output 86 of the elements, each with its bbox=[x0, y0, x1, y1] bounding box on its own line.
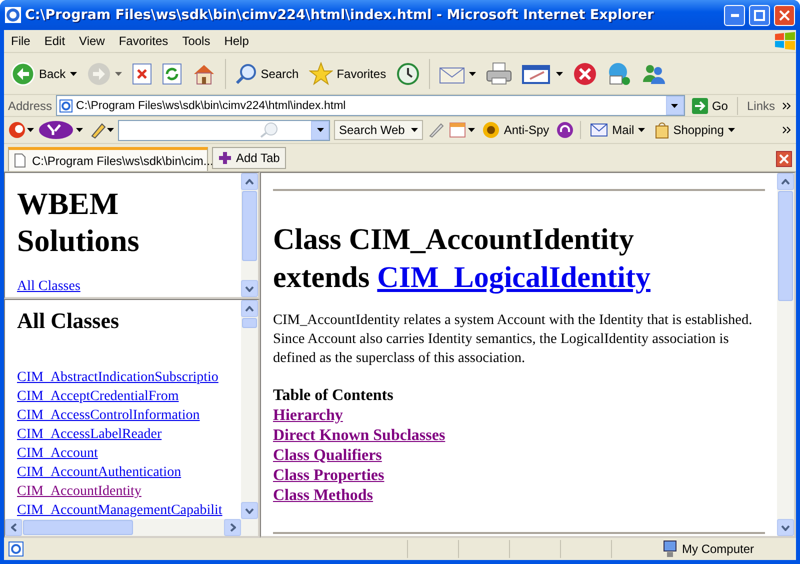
computer-icon bbox=[662, 540, 678, 558]
caret-icon bbox=[410, 128, 418, 132]
minimize-button[interactable] bbox=[724, 4, 745, 26]
minimize-icon bbox=[730, 14, 738, 16]
scroll-right-button[interactable] bbox=[224, 519, 241, 536]
target-icon bbox=[482, 121, 500, 139]
shopping-bag-icon bbox=[655, 121, 670, 139]
search-icon bbox=[234, 62, 257, 84]
address-field[interactable]: C:\Program Files\ws\sdk\bin\cimv224\html\index.html bbox=[56, 95, 685, 116]
vertical-scrollbar[interactable] bbox=[777, 173, 794, 536]
vertical-scrollbar[interactable] bbox=[241, 300, 258, 519]
form-icon bbox=[448, 121, 475, 139]
class-link[interactable]: CIM_AccessLabelReader bbox=[17, 425, 162, 444]
close-tab-button[interactable] bbox=[776, 151, 792, 167]
scrollbar-thumb[interactable] bbox=[778, 191, 793, 301]
chevron-icon bbox=[782, 126, 792, 134]
window-title: C:\Program Files\ws\sdk\bin\cimv224\html\index.html - Microsoft Internet Explorer bbox=[25, 7, 655, 23]
superclass-link[interactable]: CIM_LogicalIdentity bbox=[377, 261, 650, 294]
menu-item[interactable]: Help bbox=[217, 34, 256, 48]
toc-link[interactable]: Hierarchy bbox=[273, 407, 343, 424]
scrollbar-thumb[interactable] bbox=[242, 191, 257, 261]
class-link[interactable]: CIM_AccountAuthentication bbox=[17, 463, 182, 482]
class-description: CIM_AccountIdentity relates a system Account with the Identity that is established. Since Account also carries Identity semantics, the LogicalIdentity association is defined as the superclass of this association. bbox=[273, 311, 754, 368]
printer-icon bbox=[486, 62, 512, 86]
blocked-icon bbox=[573, 62, 598, 86]
chevron-icon bbox=[782, 102, 792, 110]
class-link[interactable]: CIM_AccountIdentity bbox=[17, 482, 142, 501]
menu-item[interactable]: View bbox=[72, 34, 112, 48]
site-heading: WBEM Solutions bbox=[17, 185, 140, 259]
class-link[interactable]: CIM_AbstractIndicationSubscriptio bbox=[17, 368, 218, 387]
toolbar-button[interactable]: Favorites bbox=[306, 60, 390, 88]
section-heading: All Classes bbox=[17, 308, 120, 334]
toc-title: Table of Contents bbox=[273, 386, 394, 406]
menu-item[interactable]: Tools bbox=[175, 34, 218, 48]
toolbar-button[interactable]: Anti-Spy bbox=[478, 119, 552, 141]
star-icon bbox=[308, 62, 333, 86]
stop-icon bbox=[132, 62, 152, 84]
envelope-icon bbox=[590, 123, 608, 137]
windows-flag-icon bbox=[774, 31, 796, 51]
maximize-icon bbox=[754, 10, 765, 20]
caret-icon bbox=[671, 104, 678, 108]
toolbar-button[interactable]: Back bbox=[8, 60, 80, 88]
yahoo-logo-icon bbox=[38, 120, 84, 140]
address-label: Address bbox=[8, 98, 52, 112]
document-icon bbox=[14, 153, 26, 168]
toc-link[interactable]: Class Properties bbox=[273, 467, 384, 484]
extends-label: extends bbox=[273, 261, 371, 294]
menu-item[interactable]: Favorites bbox=[112, 34, 176, 48]
toc-link[interactable]: Class Methods bbox=[273, 487, 374, 504]
search-field[interactable] bbox=[118, 120, 330, 140]
toc-link[interactable]: Direct Known Subclasses bbox=[273, 427, 446, 444]
maximize-button[interactable] bbox=[749, 4, 770, 26]
close-button[interactable] bbox=[774, 4, 795, 26]
zone-label: My Computer bbox=[682, 542, 756, 556]
caret-icon bbox=[316, 128, 324, 132]
history-icon bbox=[396, 62, 420, 86]
search-web-button[interactable]: Search Web bbox=[334, 120, 423, 140]
plus-icon bbox=[218, 151, 232, 165]
refresh-icon bbox=[162, 62, 182, 84]
go-arrow-icon bbox=[692, 98, 708, 114]
all-classes-link[interactable]: All Classes bbox=[17, 277, 229, 296]
class-link[interactable]: CIM_Account bbox=[17, 444, 98, 463]
scrollbar-thumb[interactable] bbox=[242, 318, 257, 328]
horizontal-scrollbar[interactable] bbox=[5, 519, 258, 536]
home-icon bbox=[192, 62, 216, 84]
class-link[interactable]: CIM_AcceptCredentialFrom bbox=[17, 387, 179, 406]
add-tab-button[interactable]: Add Tab bbox=[212, 147, 286, 169]
toc-link[interactable]: Class Qualifiers bbox=[273, 447, 382, 464]
menu-item[interactable]: File bbox=[4, 34, 38, 48]
go-button[interactable]: Go bbox=[688, 96, 731, 116]
page-status-icon bbox=[8, 541, 24, 557]
page-icon bbox=[59, 98, 74, 112]
toolbar-button[interactable]: Shopping bbox=[652, 119, 738, 141]
vertical-scrollbar[interactable] bbox=[241, 173, 258, 297]
pencil-icon bbox=[426, 121, 445, 139]
class-link[interactable]: CIM_AccessControlInformation bbox=[17, 406, 200, 425]
browser-logo-icon bbox=[5, 7, 21, 23]
toolbar-button[interactable]: Search bbox=[232, 60, 302, 86]
links-button[interactable]: Links bbox=[744, 96, 778, 114]
scroll-left-button[interactable] bbox=[5, 519, 22, 536]
menu-item[interactable]: Edit bbox=[37, 34, 72, 48]
toolbar-button[interactable]: Mail bbox=[587, 121, 648, 139]
class-title: Class CIM_AccountIdentity bbox=[273, 222, 635, 258]
class-link[interactable]: CIM_AccountManagementCapabilit bbox=[17, 501, 222, 519]
scrollbar-thumb[interactable] bbox=[23, 520, 133, 535]
close-icon bbox=[779, 10, 790, 20]
